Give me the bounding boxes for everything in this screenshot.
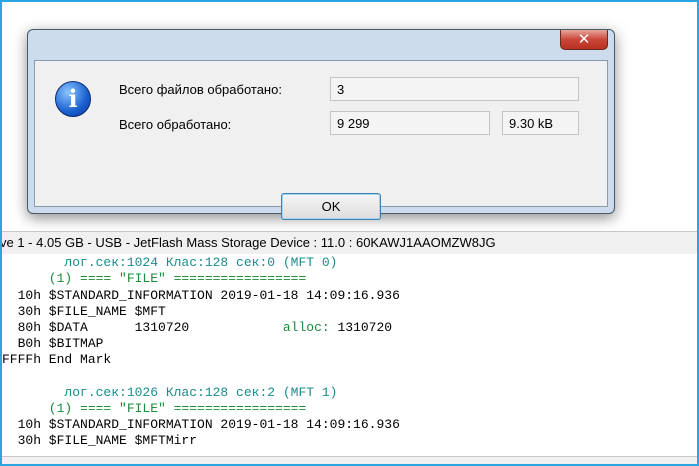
total-processed-label: Всего обработано: [119,117,232,132]
listing-line-attribute: B0h $BITMAP [2,336,104,351]
listing-line-file-header: (1) ==== "FILE" ================= [2,401,307,416]
listing-line-sector: лог.сек:1024 Клас:128 сек:0 (MFT 0) [2,255,338,270]
device-info-text: ve 1 - 4.05 GB - USB - JetFlash Mass Sto… [2,235,496,250]
mft-listing[interactable]: лог.сек:1024 Клас:128 сек:0 (MFT 0) (1) … [2,254,697,464]
files-processed-field: 3 [330,77,579,101]
info-dialog: ✕ i Всего файлов обработано: 3 Всего обр… [27,29,615,220]
info-icon: i [55,81,91,117]
screenshot-frame: ve 1 - 4.05 GB - USB - JetFlash Mass Sto… [0,0,699,466]
files-processed-label: Всего файлов обработано: [119,82,282,97]
close-button[interactable]: ✕ [560,30,608,50]
listing-line-sector: лог.сек:1026 Клас:128 сек:2 (MFT 1) [2,385,338,400]
ok-button[interactable]: OK [281,193,381,220]
total-size-field: 9.30 kB [502,111,579,135]
dialog-body: i Всего файлов обработано: 3 Всего обраб… [34,60,608,220]
status-bar [2,456,697,464]
total-processed-field: 9 299 [330,111,490,135]
listing-line-attribute: 30h $FILE_NAME $MFTMirr [2,433,198,448]
listing-line-end-mark: FFFFh End Mark [2,352,112,367]
listing-line-attribute: 10h $STANDARD_INFORMATION 2019-01-18 14:… [2,417,400,432]
listing-line-attribute: 30h $FILE_NAME $MFT [2,304,166,319]
listing-line-attribute: 10h $STANDARD_INFORMATION 2019-01-18 14:… [2,288,400,303]
listing-line-data-attribute: 80h $DATA 1310720 alloc: 1310720 [2,319,393,336]
listing-line-file-header: (1) ==== "FILE" ================= [2,271,307,286]
data-attr-part: 80h $DATA 1310720 alloc: 1310720 [2,320,393,335]
device-info-bar: ve 1 - 4.05 GB - USB - JetFlash Mass Sto… [2,231,697,255]
